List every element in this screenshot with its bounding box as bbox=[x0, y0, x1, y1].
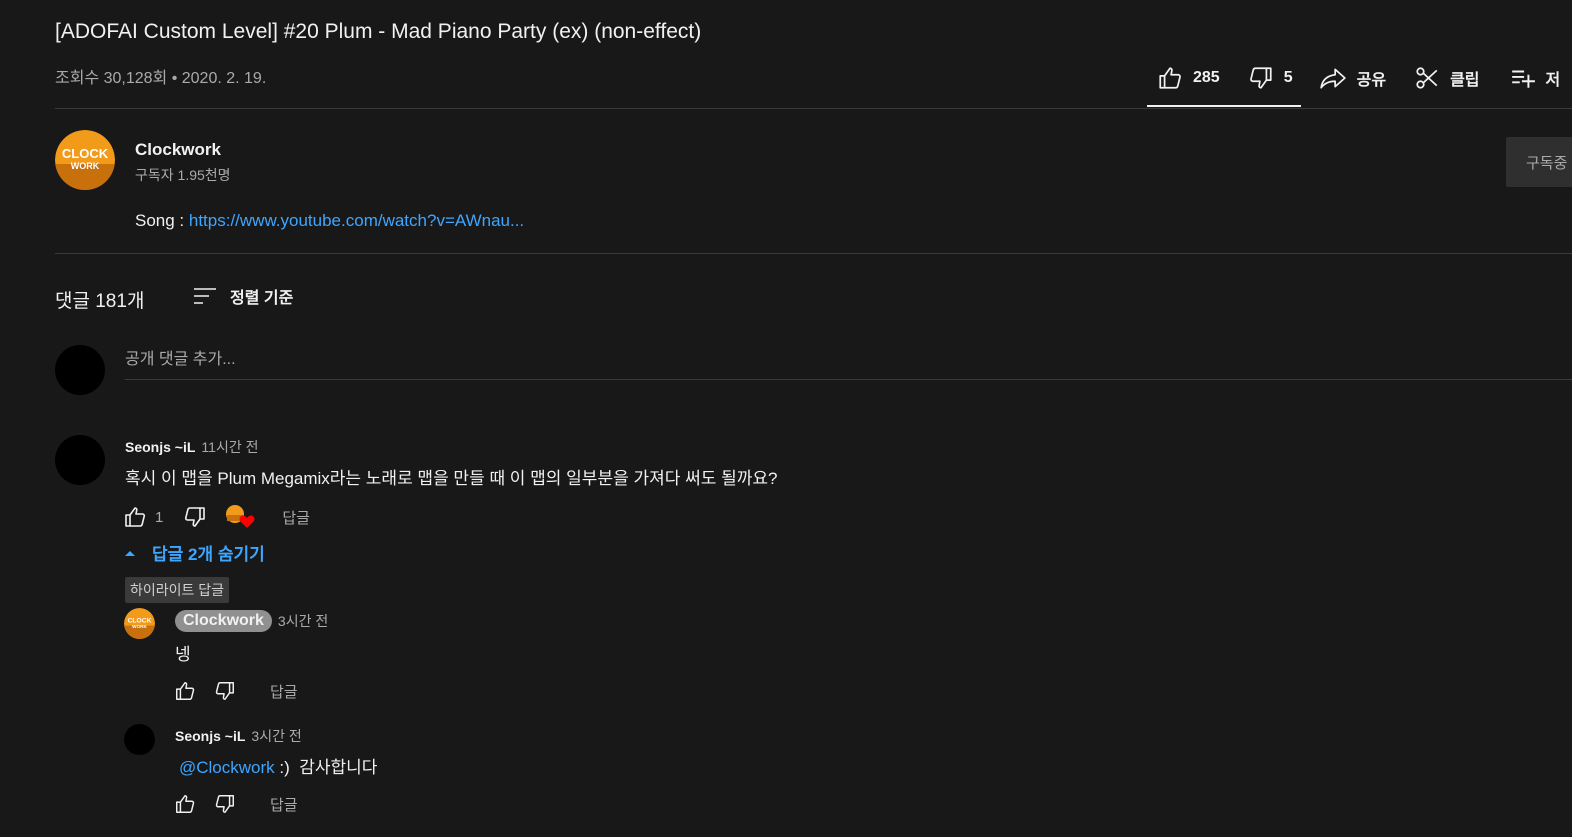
reply-button[interactable]: 답글 bbox=[270, 794, 298, 815]
reply-time[interactable]: 3시간 전 bbox=[251, 728, 301, 744]
channel-avatar[interactable]: CLOCK WORK bbox=[55, 130, 115, 190]
divider bbox=[55, 253, 1572, 254]
logo-text-1: CLOCK bbox=[62, 146, 109, 161]
commenter-avatar[interactable] bbox=[55, 435, 105, 485]
share-button[interactable]: 공유 bbox=[1319, 65, 1386, 91]
comment-text: 혹시 이 맵을 Plum Megamix라는 노래로 맵을 만들 때 이 맵의 … bbox=[125, 469, 778, 488]
comment-like-count: 1 bbox=[155, 508, 164, 526]
hide-replies-button[interactable]: 답글 2개 숨기기 bbox=[123, 540, 265, 565]
save-button[interactable]: 저 bbox=[1510, 65, 1561, 91]
comment-count: 댓글 181개 bbox=[55, 291, 145, 312]
description: Song : https://www.youtube.com/watch?v=A… bbox=[135, 211, 524, 231]
logo-text-1: CLOCK bbox=[128, 617, 152, 624]
reply-header: Seonjs ~iL 3시간 전 bbox=[175, 726, 302, 746]
thumbs-down-icon[interactable] bbox=[214, 680, 236, 702]
channel-name[interactable]: Clockwork bbox=[135, 140, 221, 160]
clip-button[interactable]: 클립 bbox=[1414, 65, 1480, 91]
reply-toolbar: 답글 bbox=[174, 680, 298, 702]
logo-text-2: WORK bbox=[71, 161, 100, 171]
reply-body: :) 감사합니다 bbox=[274, 758, 378, 777]
divider bbox=[55, 108, 1572, 109]
subscriber-count: 구독자 1.95천명 bbox=[135, 167, 231, 183]
like-dislike-group bbox=[1147, 56, 1301, 108]
reply-text: @Clockwork :) 감사합니다 bbox=[175, 753, 377, 778]
save-label: 저 bbox=[1545, 72, 1561, 89]
thumbs-down-icon[interactable] bbox=[214, 793, 236, 815]
thumbs-up-icon[interactable] bbox=[174, 680, 196, 702]
comment-time[interactable]: 11시간 전 bbox=[201, 439, 258, 455]
reply-time[interactable]: 3시간 전 bbox=[278, 611, 328, 631]
reply-button[interactable]: 답글 bbox=[270, 681, 298, 702]
scissors-icon bbox=[1414, 65, 1450, 91]
sort-button[interactable]: 정렬 기준 bbox=[192, 284, 293, 308]
video-actions: 285 5 공유 클립 저 bbox=[1147, 56, 1561, 107]
comment-header: Seonjs ~iL 11시간 전 bbox=[125, 437, 259, 457]
like-ratio-bar bbox=[1147, 105, 1301, 107]
highlighted-reply-badge: 하이라이트 답글 bbox=[125, 577, 230, 603]
video-title: [ADOFAI Custom Level] #20 Plum - Mad Pia… bbox=[55, 20, 702, 43]
caret-up-icon bbox=[123, 546, 137, 560]
creator-heart bbox=[225, 503, 255, 531]
subscribed-button[interactable]: 구독중 bbox=[1506, 137, 1572, 187]
share-label: 공유 bbox=[1356, 72, 1387, 89]
user-avatar bbox=[55, 345, 105, 395]
sort-icon bbox=[192, 284, 230, 308]
heart-icon bbox=[239, 515, 255, 528]
comment-author[interactable]: Seonjs ~iL bbox=[125, 439, 195, 455]
thumbs-down-icon[interactable] bbox=[183, 505, 207, 529]
reply-text: 넹 bbox=[175, 645, 191, 664]
sort-label: 정렬 기준 bbox=[230, 290, 294, 307]
logo-text-2: WORK bbox=[132, 624, 147, 629]
description-prefix: Song : bbox=[135, 211, 189, 230]
reply-header: Clockwork 3시간 전 bbox=[175, 610, 328, 632]
reply-avatar[interactable] bbox=[124, 724, 155, 755]
reply-author[interactable]: Seonjs ~iL bbox=[175, 728, 245, 744]
thumbs-up-icon[interactable] bbox=[174, 793, 196, 815]
playlist-add-icon bbox=[1510, 65, 1546, 91]
thumbs-up-icon[interactable] bbox=[123, 505, 147, 529]
mention-link[interactable]: @Clockwork bbox=[179, 758, 275, 777]
description-link[interactable]: https://www.youtube.com/watch?v=AWnau... bbox=[189, 211, 524, 230]
clip-label: 클립 bbox=[1450, 72, 1480, 89]
reply-button[interactable]: 답글 bbox=[282, 507, 310, 528]
subscribed-label: 구독중 bbox=[1526, 154, 1568, 172]
comment-toolbar: 1 답글 bbox=[123, 503, 310, 531]
reply-avatar[interactable]: CLOCK WORK bbox=[124, 608, 155, 639]
add-comment-input[interactable]: 공개 댓글 추가... bbox=[125, 345, 1572, 380]
hide-replies-label: 답글 2개 숨기기 bbox=[152, 545, 265, 564]
share-icon bbox=[1319, 65, 1357, 91]
channel-owner-badge[interactable]: Clockwork bbox=[175, 610, 272, 632]
video-meta: 조회수 30,128회 • 2020. 2. 19. bbox=[55, 70, 267, 87]
reply-toolbar: 답글 bbox=[174, 793, 298, 815]
